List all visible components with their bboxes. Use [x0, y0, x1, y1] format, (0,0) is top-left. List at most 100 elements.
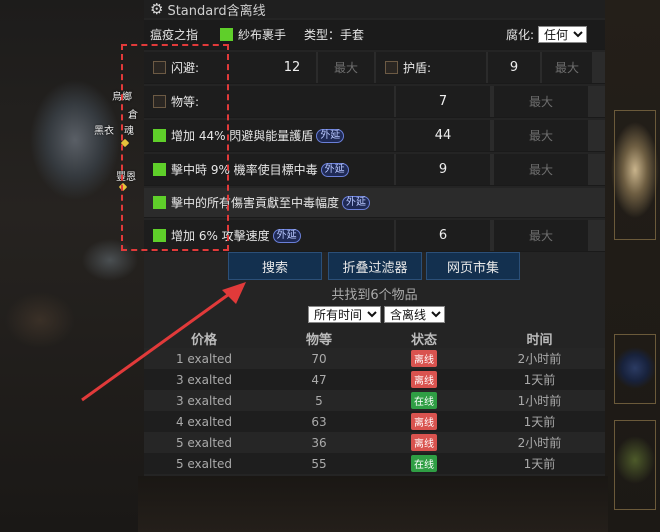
category-label: 类型：手套 [304, 28, 365, 42]
result-status-cell: 离线 [374, 411, 474, 432]
status-badge: 在线 [411, 455, 437, 472]
mod-row: 擊中時 9% 機率使目標中毒 外延 9 最大 [144, 154, 605, 186]
mod-tag-badge: 外延 [320, 162, 349, 177]
search-button[interactable]: 搜索 [228, 252, 322, 280]
stat-row-item-level: 物等: 7 最大 [144, 86, 605, 118]
result-status-cell: 离线 [374, 348, 474, 369]
result-price: 3 exalted [144, 390, 264, 411]
base-type-label: 紗布裹手 [238, 28, 287, 42]
corrupted-select[interactable]: 任何 [538, 26, 588, 43]
corrupted-label: 腐化: [506, 28, 535, 42]
result-count: 共找到6个物品 [331, 288, 418, 303]
mod-tag-badge: 外延 [272, 228, 301, 243]
mod-text: 擊中的所有傷害貢獻至中毒幅度 [171, 196, 340, 210]
shield-max-input[interactable]: 最大 [542, 52, 592, 83]
result-time: 1天前 [474, 453, 605, 474]
mod-toggle-cell[interactable]: 擊中時 9% 機率使目標中毒 外延 [144, 154, 394, 185]
item-frame [614, 420, 656, 510]
item-level-toggle-cell[interactable]: 物等: [144, 86, 394, 117]
category-cell: 类型：手套 [304, 20, 424, 49]
mod-row: 增加 44% 閃避與能量護盾 外延 44 最大 [144, 120, 605, 152]
mod-min-input[interactable]: 6 [396, 220, 490, 251]
shield-min-input[interactable]: 9 [488, 52, 540, 83]
base-type-cell[interactable]: 紗布裹手 [216, 20, 300, 49]
web-market-button[interactable]: 网页市集 [426, 252, 520, 280]
result-item-level: 36 [264, 432, 374, 453]
result-row[interactable]: 1 exalted 70 离线 2小时前 [144, 348, 605, 369]
column-header-price[interactable]: 价格 [144, 328, 264, 348]
results-header-row: 价格 物等 状态 时间 [144, 328, 605, 348]
result-item-level: 55 [264, 453, 374, 474]
result-price: 4 exalted [144, 411, 264, 432]
status-badge: 离线 [411, 434, 437, 451]
mod-min-input[interactable]: 9 [396, 154, 490, 185]
mod-tag-badge: 外延 [316, 128, 345, 143]
mod-checkbox[interactable] [153, 163, 166, 176]
evasion-max-input[interactable]: 最大 [318, 52, 374, 83]
result-time: 1小时前 [474, 390, 605, 411]
result-status-cell: 在线 [374, 453, 474, 474]
shield-toggle-cell[interactable]: 护盾: [376, 52, 486, 83]
evasion-label: 闪避: [171, 61, 200, 75]
mod-toggle-cell[interactable]: 擊中的所有傷害貢獻至中毒幅度 外延 [144, 188, 605, 217]
item-frame [614, 334, 656, 404]
result-row[interactable]: 3 exalted 5 在线 1小时前 [144, 390, 605, 411]
shield-checkbox[interactable] [385, 61, 398, 74]
result-price: 5 exalted [144, 432, 264, 453]
item-level-max-input[interactable]: 最大 [494, 86, 588, 117]
map-label: 烏鄉 [112, 92, 132, 103]
mod-checkbox[interactable] [153, 129, 166, 142]
mod-text: 擊中時 9% 機率使目標中毒 [171, 163, 318, 177]
map-label: 魂 [124, 126, 134, 137]
mod-row: 擊中的所有傷害貢獻至中毒幅度 外延 [144, 188, 605, 218]
item-level-label: 物等: [171, 95, 200, 109]
result-status-cell: 离线 [374, 369, 474, 390]
mod-checkbox[interactable] [153, 196, 166, 209]
time-filter-select[interactable]: 所有时间 [308, 306, 381, 323]
waypoint-icon [118, 182, 128, 192]
mod-text: 增加 6% 攻擊速度 [171, 229, 270, 243]
mod-max-input[interactable]: 最大 [494, 154, 588, 185]
mod-max-input[interactable]: 最大 [494, 120, 588, 151]
result-row[interactable]: 4 exalted 63 离线 1天前 [144, 411, 605, 432]
league-title: Standard含离线 [167, 3, 266, 19]
result-row[interactable]: 3 exalted 47 离线 1天前 [144, 369, 605, 390]
result-item-level: 47 [264, 369, 374, 390]
column-header-time[interactable]: 时间 [474, 328, 605, 348]
corrupted-cell: 腐化: 任何 [506, 20, 602, 49]
trade-panel: ⚙ Standard含离线 瘟疫之指 紗布裹手 类型：手套 腐化: 任何 闪避:… [144, 0, 605, 476]
shield-label: 护盾: [403, 61, 432, 75]
item-name-cell: 瘟疫之指 [150, 20, 216, 49]
item-level-min-input[interactable]: 7 [396, 86, 490, 117]
item-header-row: 瘟疫之指 紗布裹手 类型：手套 腐化: 任何 [144, 20, 605, 50]
result-price: 5 exalted [144, 453, 264, 474]
column-header-item-level[interactable]: 物等 [264, 328, 374, 348]
evasion-toggle-cell[interactable]: 闪避: [144, 52, 268, 83]
result-row[interactable]: 5 exalted 36 离线 2小时前 [144, 432, 605, 453]
collapse-filters-button[interactable]: 折叠过滤器 [328, 252, 422, 280]
item-level-checkbox[interactable] [153, 95, 166, 108]
result-status-cell: 在线 [374, 390, 474, 411]
mod-checkbox[interactable] [153, 229, 166, 242]
online-filter-select[interactable]: 含离线 [384, 306, 445, 323]
result-price: 1 exalted [144, 348, 264, 369]
status-badge: 离线 [411, 371, 437, 388]
map-label: 黑衣 [94, 126, 114, 137]
mod-text: 增加 44% 閃避與能量護盾 [171, 129, 314, 143]
gear-icon[interactable]: ⚙ [150, 0, 163, 18]
evasion-min-input[interactable]: 12 [268, 52, 316, 83]
mod-min-input[interactable]: 44 [396, 120, 490, 151]
result-item-level: 70 [264, 348, 374, 369]
result-item-level: 63 [264, 411, 374, 432]
status-badge: 离线 [411, 413, 437, 430]
result-price: 3 exalted [144, 369, 264, 390]
mod-toggle-cell[interactable]: 增加 6% 攻擊速度 外延 [144, 220, 394, 251]
mod-toggle-cell[interactable]: 增加 44% 閃避與能量護盾 外延 [144, 120, 394, 151]
evasion-checkbox[interactable] [153, 61, 166, 74]
game-scene-bottom [138, 476, 608, 532]
result-row[interactable]: 5 exalted 55 在线 1天前 [144, 453, 605, 474]
column-header-status[interactable]: 状态 [374, 328, 474, 348]
base-type-checkbox[interactable] [220, 28, 233, 41]
mod-max-input[interactable]: 最大 [494, 220, 588, 251]
item-name: 瘟疫之指 [150, 28, 199, 42]
